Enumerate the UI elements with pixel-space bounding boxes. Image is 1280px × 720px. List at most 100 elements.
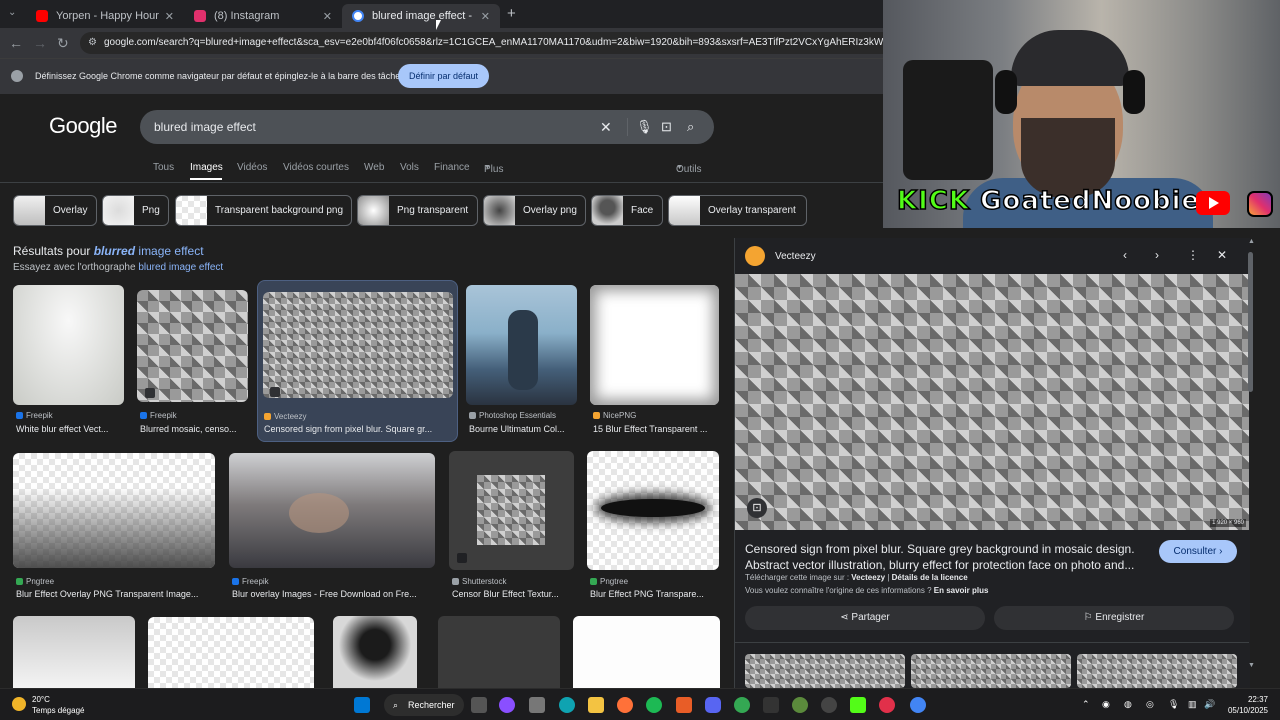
panel-site-name[interactable]: Vecteezy: [775, 251, 816, 262]
microphone-icon[interactable]: 🎙: [636, 119, 653, 135]
image-title[interactable]: Censor Blur Effect Textur...: [452, 589, 575, 599]
scrollbar-thumb[interactable]: [1248, 252, 1253, 392]
tab-google-search[interactable]: blured image effect - Recherch ✕: [342, 4, 500, 28]
corrected-query[interactable]: blurred: [94, 244, 135, 258]
clear-icon[interactable]: ✕: [600, 119, 612, 136]
previous-icon[interactable]: ‹: [1123, 248, 1127, 262]
search-icon[interactable]: ⌕: [687, 119, 694, 135]
app-icon[interactable]: [499, 697, 515, 713]
result-image[interactable]: [13, 453, 215, 568]
image-result[interactable]: Freepik Blur overlay Images - Free Downl…: [229, 453, 435, 603]
chrome-active-icon[interactable]: [910, 697, 926, 713]
image-result[interactable]: NicePNG 15 Blur Effect Transparent ...: [590, 285, 720, 435]
result-image[interactable]: [449, 451, 574, 570]
weather-widget[interactable]: 20°C Temps dégagé: [12, 694, 84, 716]
chip-png-transparent[interactable]: Png transparent: [357, 195, 478, 226]
app-icon[interactable]: [763, 697, 779, 713]
discord-icon[interactable]: [705, 697, 721, 713]
close-icon[interactable]: ✕: [1217, 248, 1227, 262]
image-result[interactable]: Pngtree Blur Effect Overlay PNG Transpar…: [13, 453, 216, 603]
result-image[interactable]: [137, 290, 248, 402]
close-icon[interactable]: ✕: [165, 10, 174, 23]
image-result[interactable]: Shutterstock Censor Blur Effect Textur..…: [449, 451, 575, 603]
original-query-link[interactable]: blured image effect: [138, 262, 223, 273]
image-title[interactable]: 15 Blur Effect Transparent ...: [593, 424, 719, 434]
chip-overlay-transparent[interactable]: Overlay transparent: [668, 195, 807, 226]
chip-overlay[interactable]: Overlay: [13, 195, 97, 226]
result-image[interactable]: [229, 453, 435, 568]
image-result[interactable]: Freepik Blurred mosaic, censo...: [137, 290, 249, 435]
microphone-tray-icon[interactable]: 🎙: [1168, 699, 1179, 710]
app-icon[interactable]: [792, 697, 808, 713]
more-options-icon[interactable]: ⋮: [1187, 248, 1199, 262]
new-tab-icon[interactable]: +: [507, 5, 516, 22]
tab-short-videos[interactable]: Vidéos courtes: [283, 162, 349, 173]
visit-button[interactable]: Consulter ›: [1159, 540, 1237, 563]
image-result[interactable]: [13, 616, 135, 688]
chrome-icon[interactable]: [734, 697, 750, 713]
image-result[interactable]: Freepik White blur effect Vect...: [13, 285, 125, 435]
image-title[interactable]: Censored sign from pixel blur. Square gr…: [264, 424, 452, 434]
chip-png[interactable]: Png: [102, 195, 169, 226]
back-icon[interactable]: ←: [9, 35, 23, 51]
download-site-link[interactable]: Vecteezy: [851, 573, 885, 582]
related-image[interactable]: [1077, 654, 1237, 688]
related-image[interactable]: [745, 654, 905, 688]
tab-videos[interactable]: Vidéos: [237, 162, 267, 173]
image-title[interactable]: Bourne Ultimatum Col...: [469, 424, 577, 434]
system-clock[interactable]: 22:37 05/10/2025: [1228, 694, 1268, 716]
edge-icon[interactable]: [559, 697, 575, 713]
lens-search-icon[interactable]: ⊡: [747, 498, 767, 518]
image-title[interactable]: Blur Effect PNG Transpare...: [590, 589, 719, 599]
tab-finance[interactable]: Finance: [434, 162, 470, 173]
result-image[interactable]: [587, 451, 719, 570]
chip-face[interactable]: Face: [591, 195, 663, 226]
lens-icon[interactable]: ⊡: [661, 119, 672, 135]
tab-yorpen[interactable]: Yorpen - Happy Hour (Official A ✕: [26, 4, 184, 28]
panel-scrollbar[interactable]: ▲ ▼: [1248, 238, 1255, 670]
forward-icon[interactable]: →: [33, 35, 47, 51]
image-result[interactable]: [333, 616, 417, 688]
chip-transparent-background-png[interactable]: Transparent background png: [175, 195, 352, 226]
tab-flights[interactable]: Vols: [400, 162, 419, 173]
related-image[interactable]: [911, 654, 1071, 688]
tab-web[interactable]: Web: [364, 162, 384, 173]
image-result-selected[interactable]: Vecteezy Censored sign from pixel blur. …: [257, 280, 458, 442]
kick-icon[interactable]: [850, 697, 866, 713]
site-info-icon[interactable]: ⚙: [88, 32, 97, 54]
app-icon[interactable]: [529, 697, 545, 713]
close-icon[interactable]: ✕: [481, 10, 490, 23]
discord-tray-icon[interactable]: ◉: [1102, 699, 1110, 710]
image-title[interactable]: Blur Effect Overlay PNG Transparent Imag…: [16, 589, 216, 599]
results-rest[interactable]: image effect: [135, 244, 203, 258]
image-result[interactable]: [573, 616, 720, 688]
learn-more-link[interactable]: En savoir plus: [934, 586, 989, 595]
tray-overflow-icon[interactable]: ⌃: [1082, 699, 1090, 710]
file-explorer-icon[interactable]: [588, 697, 604, 713]
result-image[interactable]: [13, 285, 124, 405]
image-title[interactable]: Blurred mosaic, censo...: [140, 424, 248, 434]
app-icon[interactable]: [879, 697, 895, 713]
search-input[interactable]: blured image effect: [154, 120, 256, 134]
result-image[interactable]: [590, 285, 719, 405]
search-box[interactable]: blured image effect ✕ 🎙 ⊡ ⌕: [140, 110, 714, 144]
tab-instagram[interactable]: (8) Instagram ✕: [184, 4, 342, 28]
image-result[interactable]: Pngtree Blur Effect PNG Transpare...: [587, 451, 720, 603]
image-result[interactable]: [438, 616, 560, 688]
share-button[interactable]: ⋖ Partager: [745, 606, 985, 630]
close-icon[interactable]: ✕: [323, 10, 332, 23]
preview-title[interactable]: Censored sign from pixel blur. Square gr…: [745, 541, 1155, 573]
image-result[interactable]: Photoshop Essentials Bourne Ultimatum Co…: [466, 285, 578, 435]
chip-overlay-png[interactable]: Overlay png: [483, 195, 586, 226]
save-button[interactable]: ⚐ Enregistrer: [994, 606, 1234, 630]
tab-search-icon[interactable]: ⌄: [8, 7, 16, 18]
google-logo[interactable]: Google: [49, 113, 117, 139]
steam-tray-icon[interactable]: ◍: [1124, 699, 1132, 710]
reload-icon[interactable]: ↻: [57, 35, 69, 52]
tab-all[interactable]: Tous: [153, 162, 174, 173]
scroll-down-icon[interactable]: ▼: [1248, 662, 1255, 669]
set-default-button[interactable]: Définir par défaut: [398, 64, 489, 88]
image-title[interactable]: White blur effect Vect...: [16, 424, 124, 434]
next-icon[interactable]: ›: [1155, 248, 1159, 262]
preview-image[interactable]: [735, 274, 1249, 530]
